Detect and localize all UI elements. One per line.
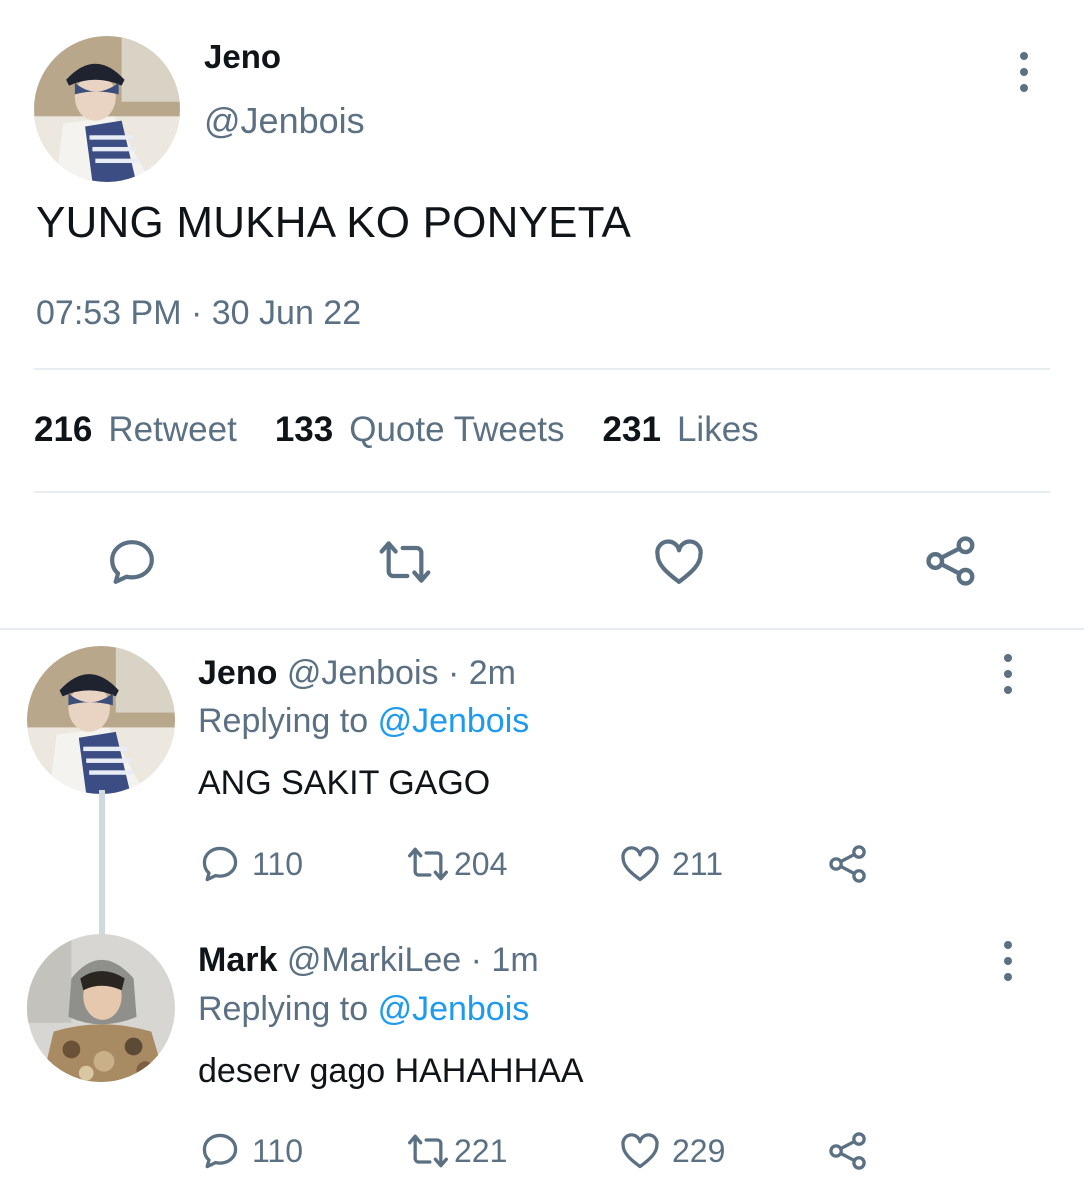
reply-count: 110 (252, 845, 304, 882)
author-handle[interactable]: @Jenbois (204, 100, 365, 142)
reply-icon (202, 846, 238, 882)
avatar-photo (27, 934, 175, 1082)
tweet-stats: 216 Retweet 133 Quote Tweets 231 Likes (34, 410, 797, 450)
retweet-icon (408, 847, 448, 881)
reply-header: Mark @MarkiLee · 1m (198, 941, 539, 980)
avatar-photo (34, 36, 180, 182)
author-name[interactable]: Jeno (204, 38, 281, 76)
reply-text: deserv gago HAHAHHAA (198, 1052, 584, 1090)
reply-author-handle[interactable]: @Jenbois (287, 654, 439, 692)
avatar-photo (27, 646, 175, 794)
separator-dot: · (470, 941, 482, 979)
replying-to: Replying to @Jenbois (198, 990, 529, 1029)
share-action[interactable] (826, 1129, 880, 1173)
stat-count: 216 (34, 410, 93, 449)
section-divider (0, 628, 1084, 630)
retweet-count: 204 (454, 845, 508, 882)
reply-icon[interactable] (104, 534, 160, 590)
reply-header: Jeno @Jenbois · 2m (198, 654, 516, 693)
retweet-icon (408, 1134, 448, 1168)
reply-count: 110 (252, 1132, 304, 1169)
more-options-icon[interactable] (996, 654, 1020, 694)
separator-dot: · (447, 654, 460, 692)
stat-count: 133 (274, 410, 334, 449)
like-icon (621, 1133, 659, 1169)
replying-label: Replying to (198, 702, 369, 740)
avatar-jeno-main[interactable] (34, 36, 180, 182)
thread-connector (99, 790, 105, 938)
like-icon[interactable] (650, 534, 708, 590)
like-action[interactable]: 211 (618, 842, 723, 886)
retweet-action[interactable]: 204 (406, 842, 507, 886)
more-options-icon[interactable] (996, 941, 1020, 981)
share-icon[interactable] (922, 532, 980, 590)
share-icon (829, 845, 866, 883)
tweet-date: 30 Jun 22 (211, 294, 362, 332)
replying-label: Replying to (198, 990, 369, 1028)
divider (34, 491, 1050, 493)
timestamp-separator: · (190, 294, 203, 332)
stat-count: 231 (602, 410, 661, 449)
share-action[interactable] (826, 842, 880, 886)
like-count: 211 (672, 845, 724, 882)
reply-author-handle[interactable]: @MarkiLee (287, 941, 461, 979)
stat-retweets[interactable]: 216 Retweet (34, 410, 237, 450)
more-options-icon[interactable] (1012, 52, 1036, 92)
retweet-icon[interactable] (374, 534, 436, 590)
like-action[interactable]: 229 (618, 1129, 725, 1173)
like-icon (621, 846, 659, 882)
share-icon (829, 1132, 866, 1170)
reply-time: 1m (491, 941, 539, 979)
stat-label: Retweet (108, 410, 237, 449)
reply-time: 2m (468, 654, 516, 692)
replying-to: Replying to @Jenbois (198, 702, 529, 741)
retweet-count: 221 (454, 1132, 508, 1169)
reply-action[interactable]: 110 (198, 1129, 303, 1173)
reply-author-name[interactable]: Jeno (198, 654, 277, 692)
stat-quote-tweets[interactable]: 133 Quote Tweets (275, 410, 565, 450)
avatar-mark[interactable] (27, 934, 175, 1082)
stat-label: Quote Tweets (349, 410, 565, 449)
tweet-timestamp: 07:53 PM · 30 Jun 22 (36, 294, 361, 333)
tweet-time: 07:53 PM (36, 294, 182, 332)
mention-link[interactable]: @Jenbois (378, 702, 530, 740)
tweet-text: YUNG MUKHA KO PONYETA (36, 198, 632, 247)
retweet-action[interactable]: 221 (406, 1129, 507, 1173)
reply-author-name[interactable]: Mark (198, 941, 277, 979)
reply-text: ANG SAKIT GAGO (198, 764, 491, 802)
reply-action[interactable]: 110 (198, 842, 303, 886)
divider (34, 368, 1050, 370)
like-count: 229 (672, 1132, 726, 1169)
mention-link[interactable]: @Jenbois (378, 990, 530, 1028)
avatar-jeno-reply[interactable] (27, 646, 175, 794)
reply-icon (202, 1133, 238, 1169)
stat-likes[interactable]: 231 Likes (603, 410, 759, 450)
stat-label: Likes (676, 410, 759, 449)
